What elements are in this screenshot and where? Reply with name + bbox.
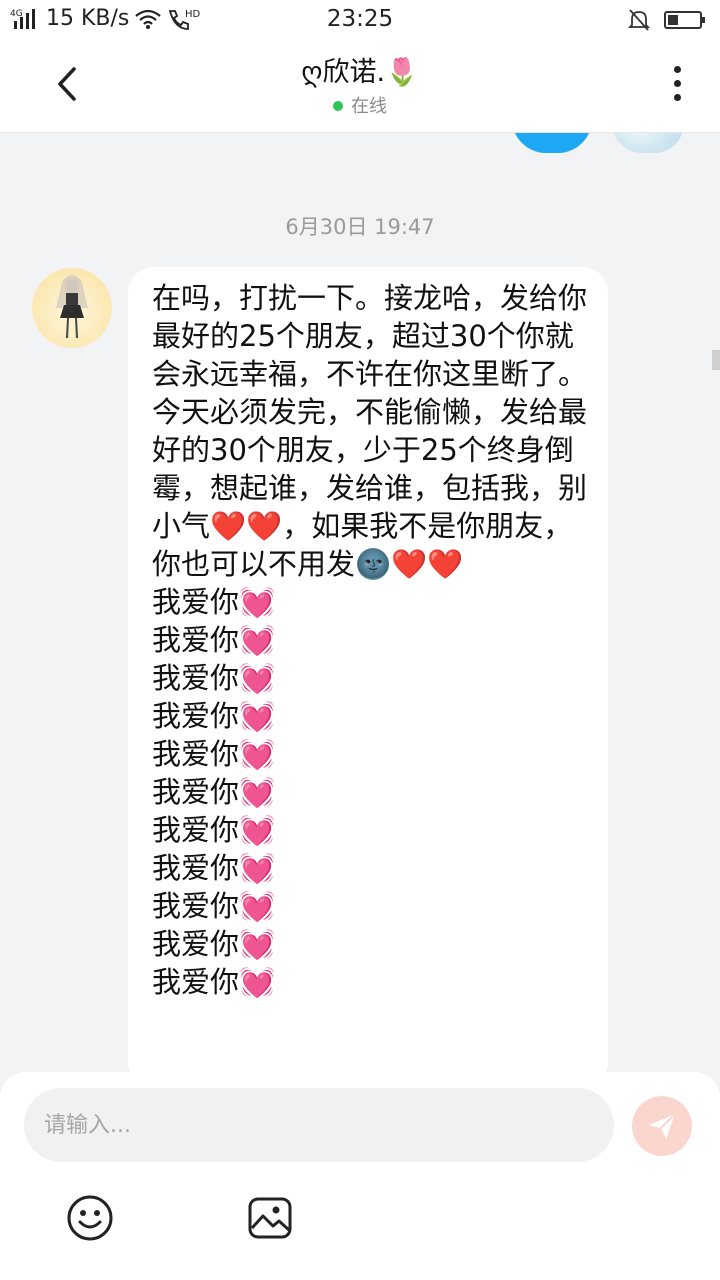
battery-icon xyxy=(664,11,705,29)
more-dot-icon xyxy=(674,66,681,73)
more-dot-icon xyxy=(674,94,681,101)
message-text: 在吗，打扰一下。接龙哈，发给你最好的25个朋友，超过30个你就会永远幸福，不许在… xyxy=(152,281,588,999)
image-icon[interactable] xyxy=(246,1194,294,1242)
chat-header: ღ欣诺.🌷 在线 xyxy=(0,40,720,133)
contact-name: ღ欣诺.🌷 xyxy=(301,57,419,88)
status-time: 23:25 xyxy=(326,6,394,32)
message-input[interactable] xyxy=(24,1088,614,1162)
message-bubble[interactable]: 在吗，打扰一下。接龙哈，发给你最好的25个朋友，超过30个你就会永远幸福，不许在… xyxy=(128,267,608,1073)
presence-status: 在线 xyxy=(0,92,720,118)
contact-avatar[interactable] xyxy=(32,268,112,348)
emoji-icon[interactable] xyxy=(66,1194,114,1242)
send-icon xyxy=(649,1113,676,1139)
status-bar: 4G 15 KB/s HD 23:25 xyxy=(0,0,720,40)
send-button[interactable] xyxy=(632,1096,692,1156)
more-menu-button[interactable] xyxy=(674,66,682,106)
composer xyxy=(0,1072,720,1280)
message-timestamp: 6月30日 19:47 xyxy=(285,215,435,239)
status-right xyxy=(628,8,706,32)
presence-label: 在线 xyxy=(351,96,387,117)
my-avatar[interactable] xyxy=(612,133,684,153)
message-list[interactable]: 6月30日 19:47 在吗，打扰一下。接龙哈，发给你最好的25个朋友，超过30… xyxy=(0,133,720,1073)
mute-bell-icon xyxy=(628,9,650,31)
previous-message-bubble[interactable] xyxy=(512,133,592,153)
online-dot-icon xyxy=(333,101,343,111)
avatar-figure-icon xyxy=(56,275,88,339)
more-dot-icon xyxy=(674,80,681,87)
scrollbar-thumb[interactable] xyxy=(712,350,720,370)
